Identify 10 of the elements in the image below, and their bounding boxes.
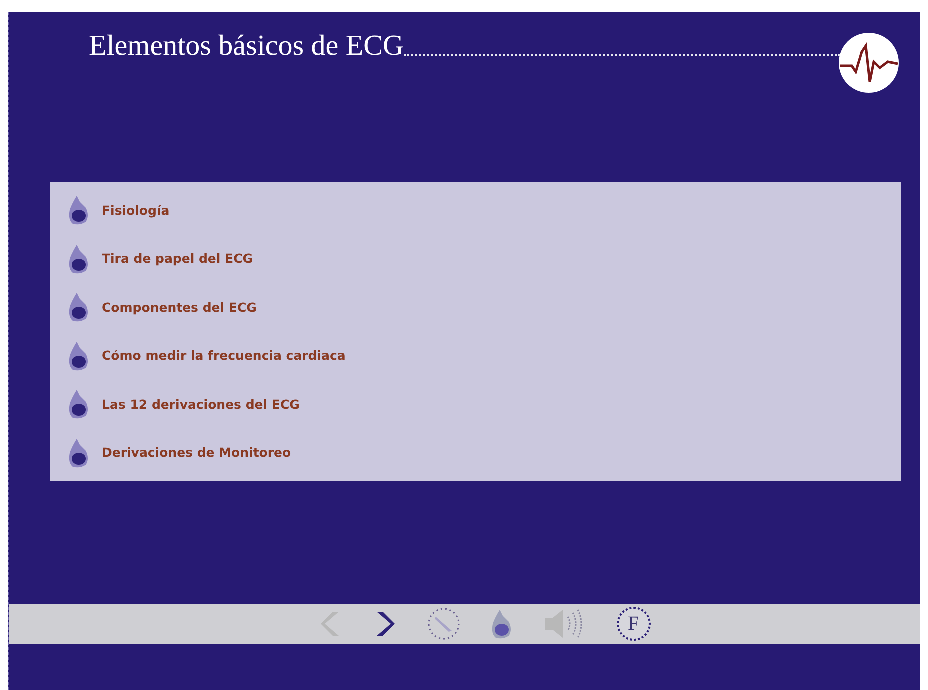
heartbeat-logo-icon — [838, 32, 900, 94]
menu-link[interactable]: Cómo medir la frecuencia cardiaca — [102, 348, 346, 364]
menu-link[interactable]: Fisiología — [102, 202, 170, 218]
menu-link[interactable]: Las 12 derivaciones del ECG — [102, 396, 300, 412]
menu-link[interactable]: Derivaciones de Monitoreo — [102, 445, 292, 460]
compass-icon[interactable] — [426, 607, 460, 641]
page-title: Elementos básicos de ECG — [89, 30, 404, 63]
menu-link[interactable]: Componentes del ECG — [102, 300, 257, 315]
menu-link[interactable]: Tira de papel del ECG — [102, 251, 254, 266]
glossary-button[interactable]: F — [616, 607, 650, 641]
